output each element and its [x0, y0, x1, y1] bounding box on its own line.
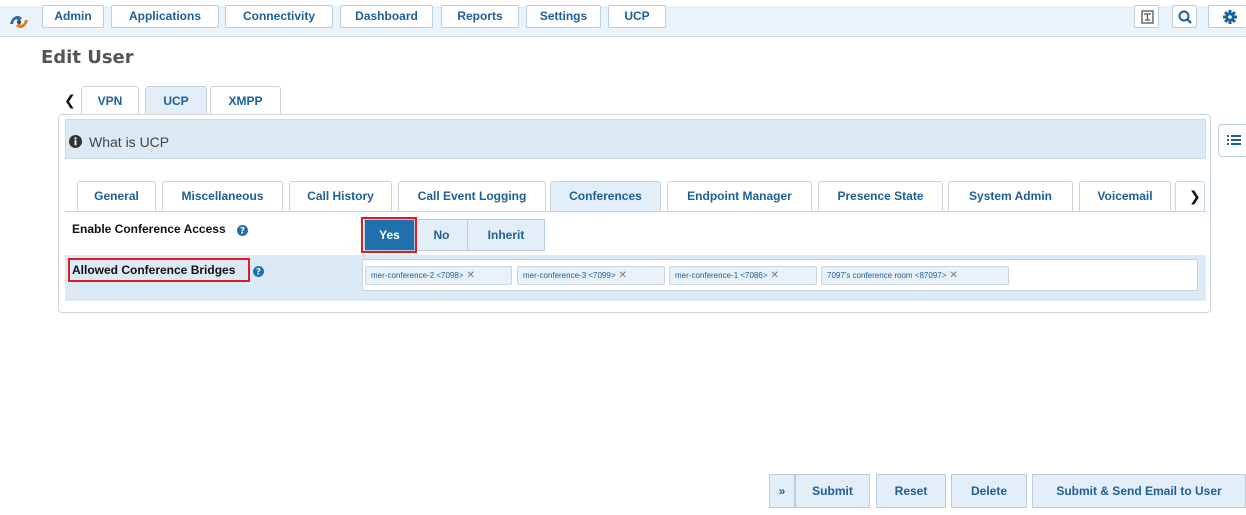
remove-tag-icon[interactable]: ✕ — [619, 270, 627, 281]
bridge-tag[interactable]: mer-conference-2 <7098> ✕ — [365, 266, 512, 285]
svg-text:?: ? — [240, 227, 245, 236]
gear-icon — [1223, 10, 1237, 24]
search-icon — [1178, 10, 1192, 24]
submit-send-email-button[interactable]: Submit & Send Email to User — [1032, 474, 1246, 508]
tab-voicemail[interactable]: Voicemail — [1079, 181, 1171, 212]
list-icon — [1227, 135, 1241, 145]
bridge-tag-label: mer-conference-2 <7098> — [371, 271, 464, 280]
language-icon — [1141, 10, 1154, 24]
tab-ucp[interactable]: UCP — [145, 86, 207, 117]
nav-settings[interactable]: Settings — [526, 5, 601, 28]
yes-highlight-box — [361, 217, 417, 253]
remove-tag-icon[interactable]: ✕ — [949, 270, 957, 281]
remove-tag-icon[interactable]: ✕ — [467, 270, 475, 281]
bridge-tag[interactable]: mer-conference-3 <7099> ✕ — [517, 266, 665, 285]
tab-vpn[interactable]: VPN — [81, 86, 139, 117]
nav-dashboard[interactable]: Dashboard — [340, 5, 433, 28]
tab-call-event-logging[interactable]: Call Event Logging — [398, 181, 546, 212]
bridge-tag[interactable]: mer-conference-1 <7086> ✕ — [669, 266, 817, 285]
page-title: Edit User — [41, 47, 134, 68]
tab-call-history[interactable]: Call History — [289, 181, 392, 212]
tabs-scroll-left-button[interactable]: ❮ — [64, 92, 76, 109]
tabs-scroll-right-button[interactable]: ❯ — [1189, 188, 1201, 205]
tab-endpoint-manager[interactable]: Endpoint Manager — [667, 181, 812, 212]
help-icon[interactable]: ? — [237, 225, 248, 236]
delete-button[interactable]: Delete — [951, 474, 1027, 508]
help-icon[interactable]: ? — [253, 266, 264, 277]
tab-presence-state[interactable]: Presence State — [818, 181, 943, 212]
freepbx-logo-icon[interactable] — [8, 12, 30, 32]
bridge-tag-label: mer-conference-1 <7086> — [675, 271, 768, 280]
info-text: What is UCP — [89, 134, 170, 150]
tab-conferences[interactable]: Conferences — [550, 181, 661, 212]
bridge-tag-label: mer-conference-3 <7099> — [523, 271, 616, 280]
nav-admin[interactable]: Admin — [42, 5, 104, 28]
tab-xmpp[interactable]: XMPP — [210, 86, 281, 117]
info-bar[interactable] — [65, 119, 1206, 159]
tab-miscellaneous[interactable]: Miscellaneous — [162, 181, 283, 212]
conference-access-label: Enable Conference Access — [72, 222, 226, 236]
bridge-tag-label: 7097's conference room <87097> — [827, 271, 947, 280]
footer-expand-button[interactable]: » — [769, 474, 795, 508]
remove-tag-icon[interactable]: ✕ — [771, 270, 779, 281]
submit-button[interactable]: Submit — [795, 474, 870, 508]
settings-button[interactable] — [1208, 5, 1246, 28]
conference-access-no[interactable]: No — [415, 219, 468, 251]
nav-applications[interactable]: Applications — [111, 5, 219, 28]
bridge-tag[interactable]: 7097's conference room <87097> ✕ — [821, 266, 1009, 285]
side-list-button[interactable] — [1218, 124, 1246, 157]
conference-access-inherit[interactable]: Inherit — [467, 219, 545, 251]
tab-system-admin[interactable]: System Admin — [948, 181, 1073, 212]
nav-ucp[interactable]: UCP — [608, 5, 666, 28]
info-icon — [69, 135, 82, 148]
nav-connectivity[interactable]: Connectivity — [225, 5, 333, 28]
language-button[interactable] — [1134, 5, 1159, 28]
tab-general[interactable]: General — [77, 181, 156, 212]
nav-reports[interactable]: Reports — [441, 5, 519, 28]
search-button[interactable] — [1172, 5, 1197, 28]
bridges-label-highlight-box — [68, 258, 250, 282]
svg-text:?: ? — [256, 268, 261, 277]
reset-button[interactable]: Reset — [876, 474, 946, 508]
tab-divider — [65, 211, 1206, 212]
